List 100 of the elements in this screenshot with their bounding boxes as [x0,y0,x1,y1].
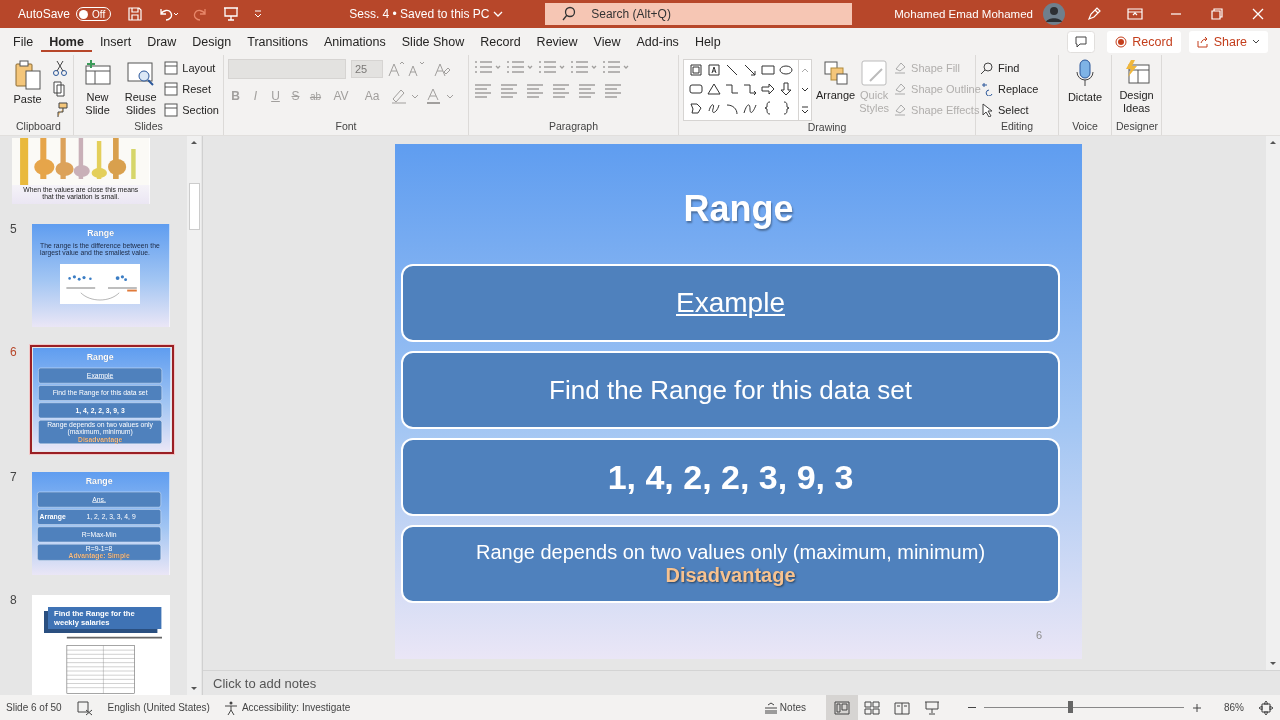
cut-icon[interactable] [51,59,69,77]
notes-button[interactable]: Notes [763,701,806,714]
sorter-view-icon [864,700,880,715]
fit-to-window-icon[interactable] [1258,699,1274,716]
save-icon[interactable] [127,6,144,22]
page-number: 6 [1035,629,1042,641]
spelling-icon[interactable] [75,699,94,716]
presentation-icon[interactable] [223,6,240,22]
scrollbar-thumb[interactable] [188,183,200,230]
editing-button[interactable]: Replace [980,80,1039,98]
undo-icon[interactable] [157,6,180,22]
clipboard-icon [12,59,43,91]
search-icon [980,61,994,75]
box-text: Find the Range for this data set [549,374,912,406]
ribbon-tab[interactable]: Draw [139,28,185,55]
notes-placeholder[interactable]: Click to add notes [213,675,317,691]
group-label: Drawing [806,121,848,135]
slides-option-button[interactable]: Layout [164,59,219,77]
slide-layout-icon [164,61,179,75]
editing-button[interactable]: Select [980,101,1039,119]
comments-icon[interactable] [1067,30,1096,53]
arc-icon[interactable] [724,101,740,115]
group-label: Clipboard [15,120,62,134]
design-ideas-button[interactable]: Design Ideas [1116,59,1157,115]
slide-number: 5 [10,222,18,238]
ribbon-tab[interactable]: Design [184,28,240,55]
group-label: Editing [999,120,1035,134]
editing-button[interactable]: Find [980,59,1039,77]
slide-number: 8 [10,593,18,609]
ribbon-tab[interactable]: File [5,28,42,55]
cursor-icon [980,103,994,117]
restore-icon[interactable] [1209,6,1225,22]
accessibility-status[interactable]: Accessibility: Investigate [223,700,351,715]
arrange-button[interactable]: Arrange [816,59,856,102]
scribble-icon[interactable] [706,101,722,115]
arrow-line-icon[interactable] [742,63,758,77]
ribbon-tab[interactable]: View [585,28,629,55]
ribbon-tab[interactable]: Insert [91,28,140,55]
right-arrow-icon[interactable] [760,82,776,96]
slide-title: Range [84,474,114,488]
paint-icon [893,61,908,75]
ribbon-tab[interactable]: Transitions [239,28,316,55]
more-icon[interactable] [799,105,811,115]
user-name[interactable]: Mohamed Emad Mohamed [894,8,1033,20]
box-highlight: Disadvantage [665,564,796,587]
ribbon-tab[interactable]: Record [472,28,529,55]
zoom-level[interactable]: 86% [1224,702,1244,713]
box-text: Range depends on two values only (maximum, minimum) [475,541,986,564]
share-icon [1196,35,1209,48]
notes-icon [763,701,778,714]
slides-option-button[interactable]: Section [164,101,219,119]
slide-layout-icon [164,82,179,96]
shapes-gallery[interactable] [683,59,812,121]
pen-icon[interactable] [1086,6,1102,22]
line-icon[interactable] [724,63,740,77]
share-button[interactable]: Share [1188,30,1268,53]
zoom-slider-thumb[interactable] [1068,701,1073,713]
dictate-button[interactable]: Dictate [1063,59,1107,104]
zoom-in-icon[interactable] [1192,702,1202,713]
reuse-slides-button[interactable]: Reuse Slides [121,59,161,117]
text-box-icon[interactable] [706,63,722,77]
paste-button[interactable]: Paste [8,59,47,106]
stacked-squares-icon [821,59,850,87]
ribbon-tab[interactable]: Review [528,28,586,55]
language-label[interactable]: English (United States) [107,702,210,713]
slides-option-button[interactable]: Reset [164,80,219,98]
paint-icon [893,82,908,96]
autosave-label: AutoSave [18,7,71,21]
group-label: Voice [1071,120,1099,134]
reading-view-icon [894,700,910,715]
caret-icon[interactable] [493,10,504,18]
ribbon-tab[interactable]: Add-ins [628,28,687,55]
ribbon-tab[interactable]: Help [686,28,729,55]
slide-number: 7 [10,470,18,486]
ribbon-tab[interactable]: Slide Show [393,28,473,55]
brush-square-icon [860,59,889,87]
curve-icon[interactable] [742,101,758,115]
slide-title: Range [85,350,115,364]
close-icon[interactable] [1250,6,1266,22]
ribbon-tab[interactable]: Animations [315,28,394,55]
triangle-icon[interactable] [706,82,722,96]
document-title[interactable]: Sess. 4 • Saved to this PC [349,7,540,21]
group-label: Slides [133,120,164,134]
caret-icon [1252,38,1260,45]
avatar[interactable] [1043,3,1065,25]
elbow-arrow-icon[interactable] [742,82,758,96]
ribbon-tab[interactable]: Home [41,28,92,55]
normal-view-button[interactable] [826,695,858,720]
slide-title: Range [86,226,116,240]
search-field[interactable]: Search (Alt+Q) [545,3,853,25]
slide-number: 6 [10,345,18,361]
freeform-icon[interactable] [688,101,704,115]
paint-icon [893,103,908,117]
record-button[interactable]: Record [1107,30,1181,53]
ribbon-display-icon[interactable] [1127,6,1143,22]
group-label: Font [334,120,358,134]
box-text: 1, 4, 2, 2, 3, 9, 3 [607,457,854,497]
down-arrow-icon[interactable] [778,82,794,96]
new-slide-button[interactable]: New Slide [78,59,118,117]
slide-layout-icon [164,103,179,117]
